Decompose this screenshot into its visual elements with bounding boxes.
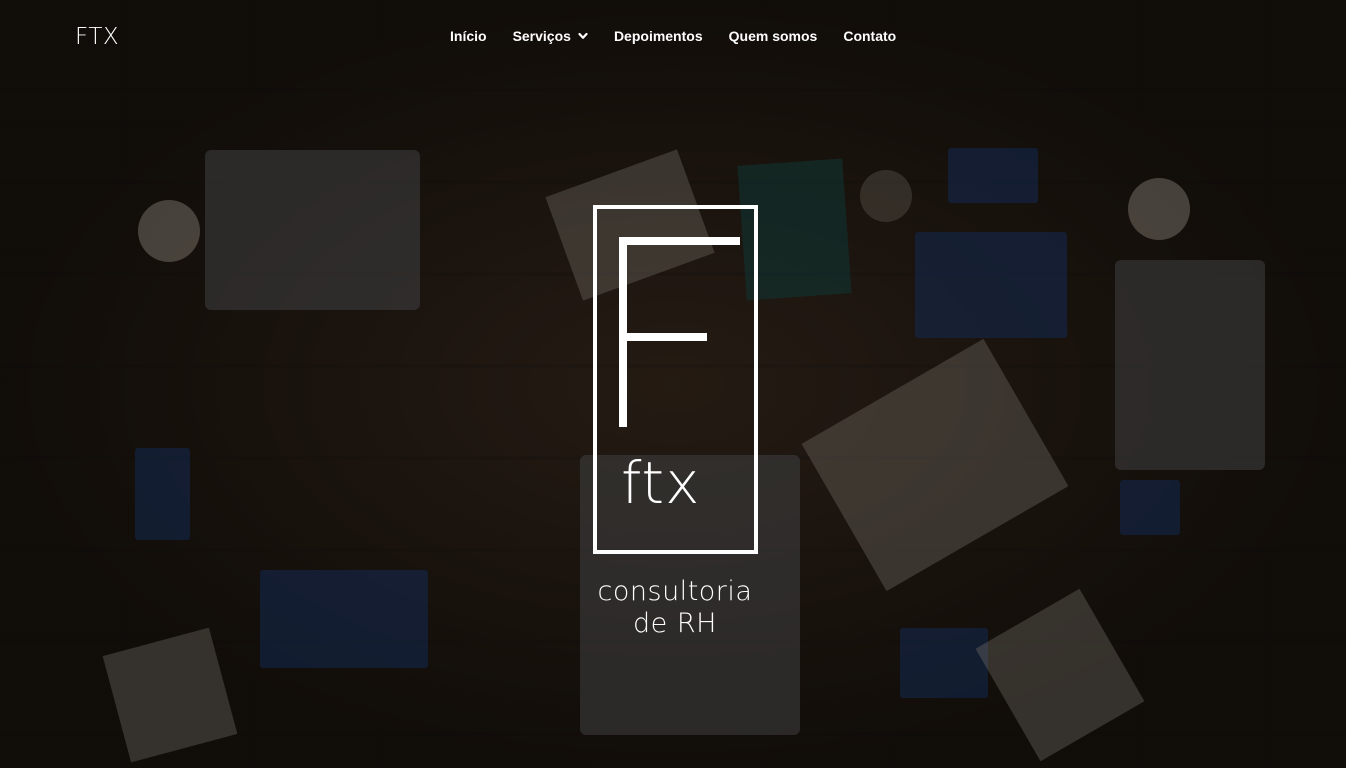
nav-item-label: Quem somos bbox=[728, 28, 818, 44]
nav-item-contato[interactable]: Contato bbox=[843, 28, 896, 44]
hero-section: FTX Início Serviços Depoimentos Quem som… bbox=[0, 0, 1346, 768]
nav-item-servicos[interactable]: Serviços bbox=[513, 28, 588, 44]
tagline-line-1: consultoria bbox=[597, 576, 753, 607]
nav-item-label: Início bbox=[450, 28, 487, 44]
hero-tagline: consultoria de RH bbox=[560, 576, 790, 640]
logo-letter-f-icon bbox=[619, 237, 740, 427]
nav-item-inicio[interactable]: Início bbox=[450, 28, 487, 44]
nav-menu: Início Serviços Depoimentos Quem somos C… bbox=[450, 28, 922, 44]
logo-wordmark: ftx bbox=[621, 449, 701, 517]
nav-item-label: Depoimentos bbox=[613, 28, 703, 44]
nav-item-depoimentos[interactable]: Depoimentos bbox=[614, 28, 703, 44]
chevron-down-icon bbox=[578, 32, 588, 39]
nav-item-quem-somos[interactable]: Quem somos bbox=[729, 28, 818, 44]
tagline-line-2: de RH bbox=[633, 608, 717, 639]
brand-logo-text[interactable]: FTX bbox=[75, 24, 119, 50]
nav-item-label: Serviços bbox=[512, 28, 571, 44]
top-navigation: FTX Início Serviços Depoimentos Quem som… bbox=[0, 0, 1346, 75]
nav-item-label: Contato bbox=[843, 28, 897, 44]
ftx-logo-frame: ftx bbox=[593, 205, 758, 554]
